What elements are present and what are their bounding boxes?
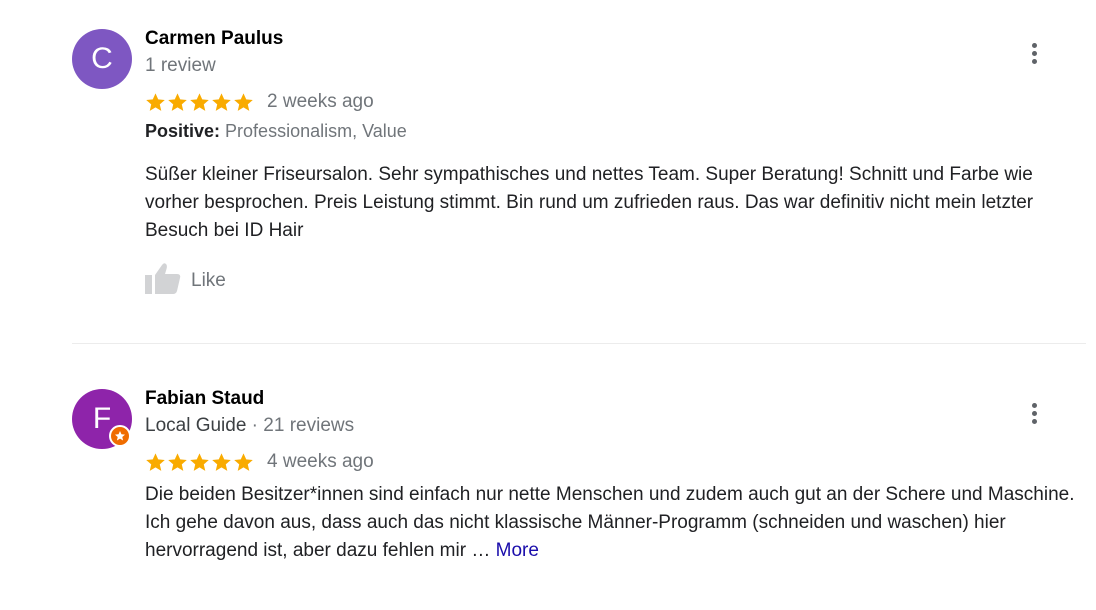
star-icon [212, 452, 231, 471]
star-icon [190, 92, 209, 111]
star-icon [146, 92, 165, 111]
review-count: 21 reviews [263, 415, 355, 436]
reviewer-name[interactable]: Carmen Paulus [145, 28, 283, 50]
review-text-body: Die beiden Besitzer*innen sind einfach n… [145, 484, 1075, 561]
star-icon [212, 92, 231, 111]
local-guide-badge-icon [109, 425, 131, 447]
more-vert-icon[interactable] [1024, 39, 1044, 67]
meta-separator: · [246, 415, 264, 436]
star-icon [168, 452, 187, 471]
reviewer-meta: 1 review [145, 55, 216, 77]
positive-values: Professionalism, Value [225, 121, 407, 141]
review-date: 4 weeks ago [267, 451, 374, 472]
avatar[interactable]: C [72, 29, 132, 89]
star-icon [234, 92, 253, 111]
more-link[interactable]: More [496, 540, 539, 561]
like-label: Like [191, 269, 226, 291]
review-text: Die beiden Besitzer*innen sind einfach n… [145, 481, 1080, 565]
more-vert-icon[interactable] [1024, 399, 1044, 427]
like-button[interactable]: Like [145, 262, 226, 299]
star-icon [146, 452, 165, 471]
reviewer-meta: Local Guide · 21 reviews [145, 415, 354, 437]
star-icon [190, 452, 209, 471]
reviewer-name[interactable]: Fabian Staud [145, 388, 264, 410]
review-text: Süßer kleiner Friseursalon. Sehr sympath… [145, 164, 1034, 241]
star-icon [168, 92, 187, 111]
rating-row: 2 weeks ago [145, 91, 374, 113]
positive-label: Positive: [145, 121, 221, 141]
rating-row: 4 weeks ago [145, 451, 374, 473]
positive-attributes: Positive: Professionalism, Value [145, 121, 407, 142]
review-count: 1 review [145, 55, 216, 76]
local-guide-label: Local Guide [145, 415, 247, 436]
thumbs-up-icon [145, 262, 181, 299]
divider [72, 343, 1086, 344]
star-icon [234, 452, 253, 471]
reviews-list: C Carmen Paulus 1 review 2 weeks ago Pos… [0, 0, 1096, 610]
star-rating [145, 92, 254, 113]
star-rating [145, 452, 254, 473]
review-date: 2 weeks ago [267, 91, 374, 112]
